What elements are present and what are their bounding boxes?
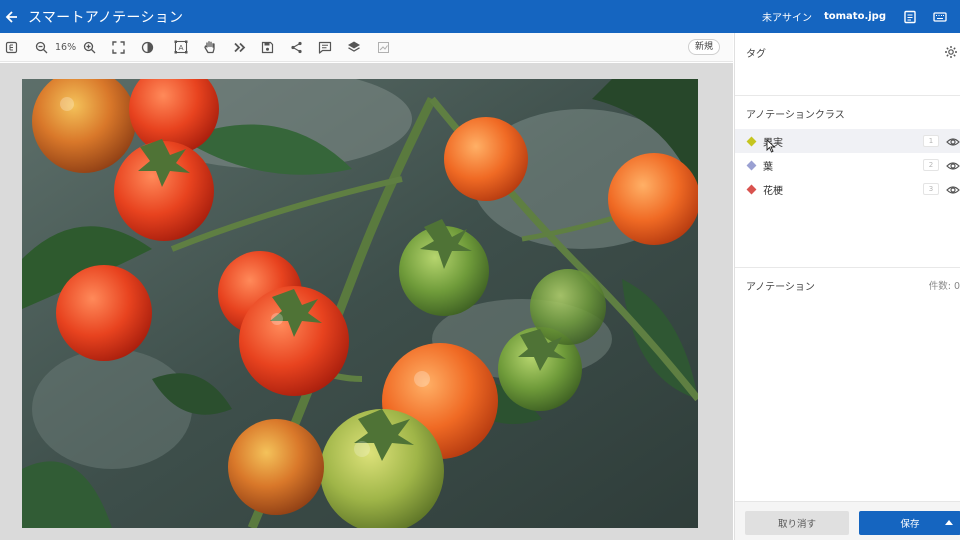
fit-screen-icon[interactable] (110, 39, 126, 55)
assign-status: 未アサイン (761, 13, 812, 24)
document-icon[interactable] (900, 7, 920, 27)
class-shortcut-badge: 3 (923, 183, 939, 195)
svg-text:A: A (179, 43, 184, 52)
class-row-leaf[interactable]: 葉 2 (735, 153, 960, 177)
class-shortcut-badge: 2 (923, 159, 939, 171)
back-arrow-icon[interactable] (2, 7, 22, 27)
zoom-out-icon[interactable] (33, 39, 49, 55)
next-icon[interactable] (231, 39, 247, 55)
brightness-icon[interactable] (139, 39, 155, 55)
save-button-label: 保存 (900, 519, 920, 530)
class-shortcut-badge: 1 (923, 135, 939, 147)
comment-icon[interactable] (317, 39, 333, 55)
app-title: スマートアノテーション (28, 9, 184, 26)
class-color-swatch (746, 136, 757, 146)
zoom-level: 16% (55, 41, 77, 53)
save-icon[interactable] (259, 39, 275, 55)
toolbar: 16% A 新規 (0, 33, 733, 62)
file-name: tomato.jpg (823, 11, 886, 22)
annotation-classes-title: アノテーションクラス (746, 110, 845, 121)
class-label: 花梗 (763, 185, 783, 197)
tags-title: タグ (746, 49, 766, 60)
save-button[interactable]: 保存 (859, 511, 960, 535)
zoom-in-icon[interactable] (81, 39, 97, 55)
class-row-peduncle[interactable]: 花梗 3 (735, 177, 960, 201)
eye-icon[interactable] (946, 158, 960, 172)
gear-icon[interactable] (944, 44, 958, 58)
divider (735, 95, 960, 96)
mouse-cursor-icon (766, 138, 776, 153)
eye-icon[interactable] (946, 182, 960, 196)
hand-icon[interactable] (202, 39, 218, 55)
chart-icon[interactable] (375, 39, 391, 55)
class-color-swatch (746, 160, 757, 170)
annotation-count: 件数: 0 (928, 281, 960, 292)
keyboard-icon[interactable] (930, 7, 950, 27)
share-icon[interactable] (288, 39, 304, 55)
image-canvas[interactable] (0, 63, 733, 540)
class-label: 葉 (763, 161, 773, 173)
eye-icon[interactable] (946, 134, 960, 148)
export-icon[interactable] (3, 39, 19, 55)
class-color-swatch (746, 184, 757, 194)
app-header: スマートアノテーション 未アサイン tomato.jpg (0, 0, 960, 33)
divider (735, 267, 960, 268)
right-panel: タグ アノテーションクラス 果実 1 葉 2 花梗 3 アノテーション 件数: … (734, 33, 960, 540)
annotations-title: アノテーション (746, 282, 815, 293)
tomato-photo[interactable] (22, 79, 698, 528)
caret-up-icon[interactable] (945, 520, 953, 525)
cancel-button[interactable]: 取り消す (745, 511, 849, 535)
panel-footer: 取り消す 保存 (735, 501, 960, 540)
new-button[interactable]: 新規 (687, 39, 720, 55)
text-select-icon[interactable]: A (173, 39, 189, 55)
layers-icon[interactable] (346, 39, 362, 55)
